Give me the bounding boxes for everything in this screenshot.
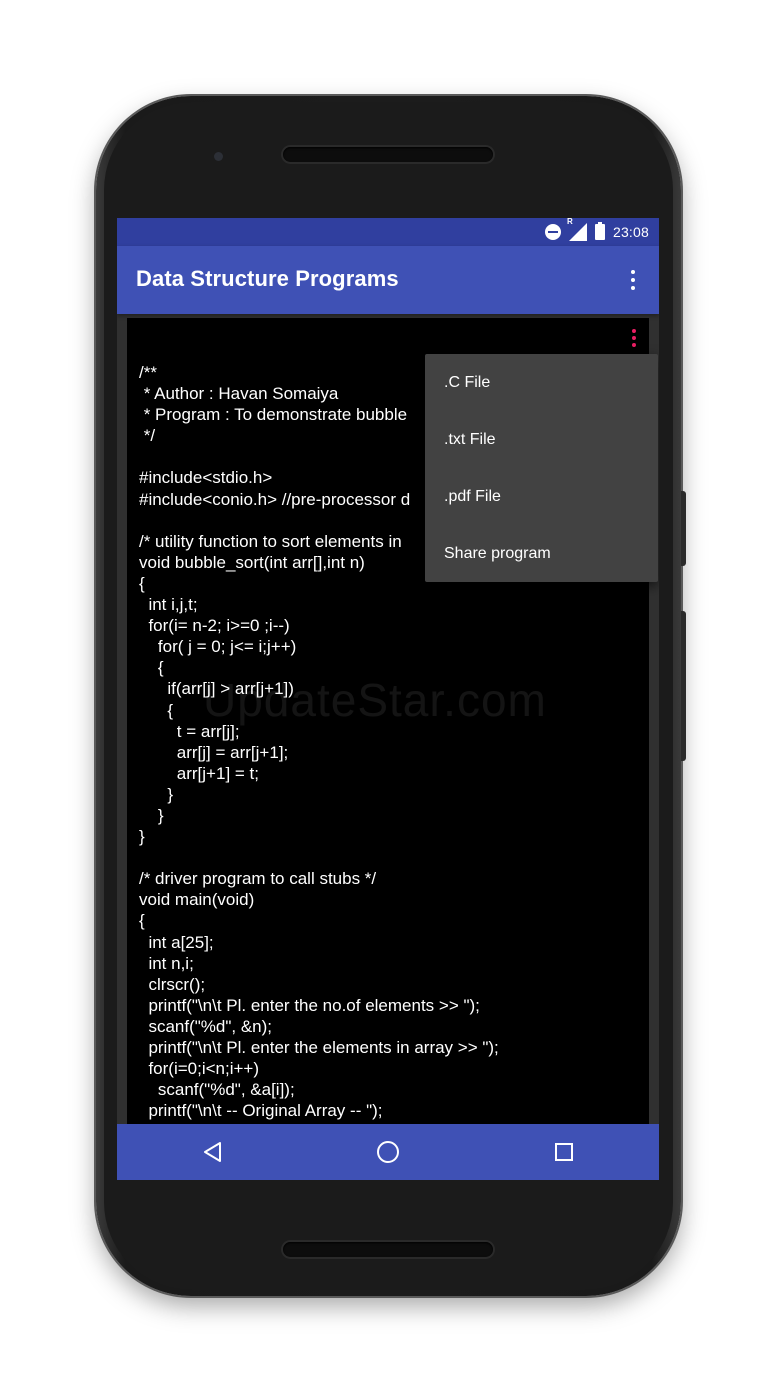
menu-item-pdf-file[interactable]: .pdf File [425, 468, 658, 525]
screen: R 23:08 Data Structure Programs /** * Au… [117, 218, 659, 1180]
menu-dot [632, 336, 636, 340]
volume-button [681, 611, 686, 761]
front-camera [214, 152, 223, 161]
power-button [681, 491, 686, 566]
menu-dot [631, 286, 635, 290]
watermark: UpdateStar.com [203, 674, 547, 726]
app-bar: Data Structure Programs [117, 246, 659, 314]
navigation-bar [117, 1124, 659, 1180]
code-more-vert-icon[interactable] [627, 326, 641, 350]
do-not-disturb-icon [544, 224, 561, 240]
menu-dot [632, 329, 636, 333]
menu-item-share-program[interactable]: Share program [425, 525, 658, 582]
battery-icon [594, 222, 605, 240]
status-icons: R 23:08 [544, 218, 649, 242]
menu-item-c-file[interactable]: .C File [425, 354, 658, 411]
menu-dot [631, 278, 635, 282]
back-triangle-icon[interactable] [199, 1138, 227, 1166]
bottom-speaker [283, 1242, 493, 1257]
home-circle-icon[interactable] [374, 1138, 402, 1166]
menu-dot [632, 343, 636, 347]
top-speaker [283, 147, 493, 162]
recents-square-icon[interactable] [550, 1138, 578, 1166]
status-clock: 23:08 [612, 224, 649, 240]
more-vert-icon[interactable] [621, 266, 645, 294]
app-title: Data Structure Programs [136, 266, 399, 291]
signal-icon: R [567, 218, 587, 241]
signal-roaming-badge: R [566, 218, 573, 226]
menu-dot [631, 270, 635, 274]
status-bar: R 23:08 [117, 218, 659, 246]
export-popup-menu: .C File .txt File .pdf File Share progra… [425, 354, 658, 582]
menu-item-txt-file[interactable]: .txt File [425, 411, 658, 468]
